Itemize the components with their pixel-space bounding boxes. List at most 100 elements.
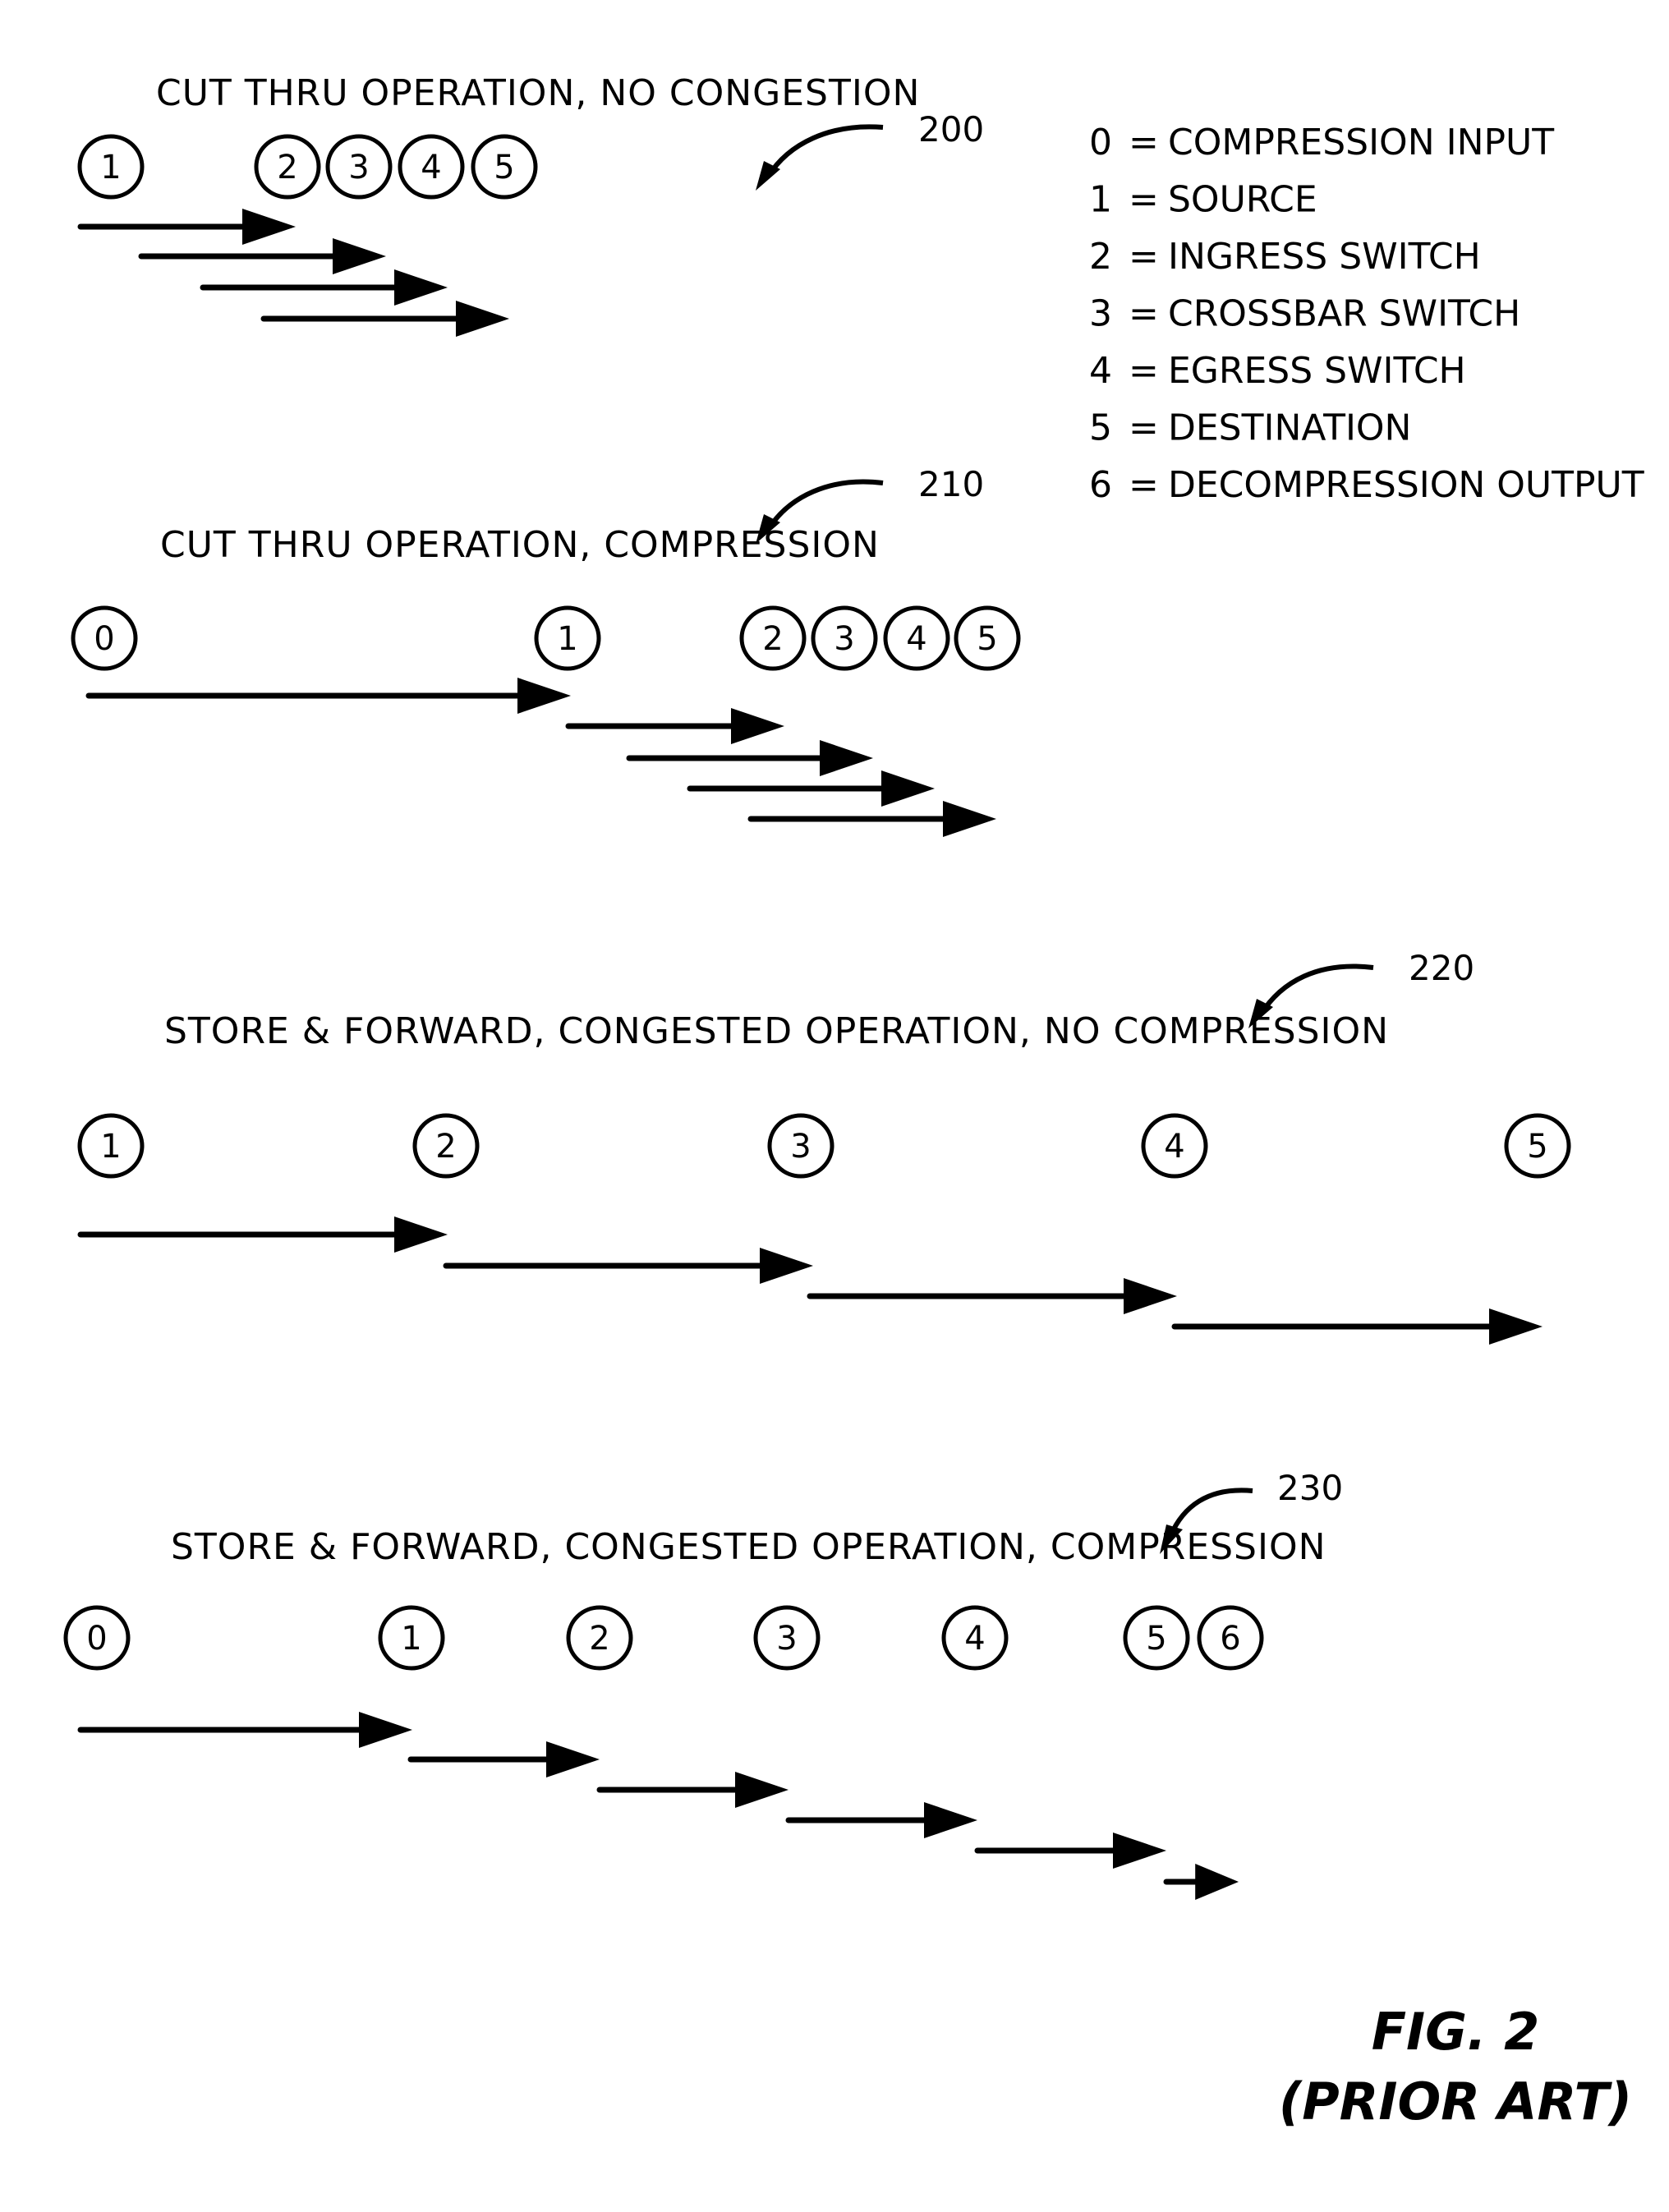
node-label: 3 [834,620,854,658]
node-label: 5 [494,149,514,186]
node-3: 3 [753,1605,821,1671]
node-2: 2 [254,134,321,200]
figure-caption: FIG. 2 (PRIOR ART) [1279,2002,1632,2132]
reference-numeral: 200 [918,109,984,149]
arrow-head [881,770,935,807]
legend-label: INGRESS SWITCH [1168,236,1481,278]
arrow-head [1113,1833,1166,1869]
legend-separator: = [1129,179,1159,221]
figure-label: FIG. 2 [1372,2002,1540,2062]
node-label: 1 [401,1620,421,1658]
arrow-head [1489,1308,1543,1345]
arrow-head [924,1802,977,1838]
arrow-head [1124,1278,1177,1314]
legend: 0 = COMPRESSION INPUT1 = SOURCE2 = INGRESS SWI… [1089,122,1644,506]
section-210: CUT THRU OPERATION, COMPRESSION 210 0 1 2 3… [71,464,1021,837]
arrow-icon [1171,1308,1543,1345]
legend-separator: = [1129,236,1159,278]
arrow-head [242,209,296,245]
arrow-head [394,269,448,306]
legend-item: 5 = DESTINATION [1089,407,1411,449]
node-4: 4 [398,134,465,200]
arrow-head [394,1216,448,1253]
arrow-icon [747,801,996,837]
legend-item: 2 = INGRESS SWITCH [1089,236,1481,278]
legend-item: 6 = DECOMPRESSION OUTPUT [1089,464,1644,506]
node-label: 2 [589,1620,609,1658]
legend-separator: = [1129,122,1159,163]
node-row: 1 2 3 4 5 [77,1113,1571,1179]
node-4: 4 [883,605,950,671]
node-label: 6 [1220,1620,1240,1658]
node-4: 4 [941,1605,1009,1671]
node-label: 2 [435,1128,456,1166]
node-1: 1 [534,605,601,671]
node-label: 4 [964,1620,985,1658]
arrow-head [1195,1864,1239,1900]
arrow-icon [626,740,873,776]
node-label: 1 [100,149,121,186]
legend-item: 3 = CROSSBAR SWITCH [1089,293,1520,335]
section-title: STORE & FORWARD, CONGESTED OPERATION, NO… [164,1010,1389,1052]
arrow-head [735,1772,789,1808]
section-title: CUT THRU OPERATION, NO CONGESTION [156,72,920,114]
arrow-row [85,678,996,837]
arrow-head [760,1248,813,1284]
arrow-icon [200,269,448,306]
arrow-icon [1163,1864,1239,1900]
legend-item: 0 = COMPRESSION INPUT [1089,122,1554,163]
node-5: 5 [1123,1605,1190,1671]
arrow-head [333,238,386,274]
node-2: 2 [739,605,807,671]
legend-label: COMPRESSION INPUT [1168,122,1554,163]
node-label: 5 [1527,1128,1547,1166]
arrow-head [359,1712,412,1748]
legend-key: 0 [1089,122,1112,163]
node-label: 3 [348,149,369,186]
node-label: 5 [977,620,997,658]
legend-item: 4 = EGRESS SWITCH [1089,350,1466,392]
node-label: 3 [790,1128,811,1166]
legend-key: 6 [1089,464,1112,506]
arrow-icon [565,708,784,744]
arrow-icon [596,1772,789,1808]
legend-separator: = [1129,464,1159,506]
legend-label: EGRESS SWITCH [1168,350,1466,392]
legend-separator: = [1129,407,1159,449]
arrow-icon [77,1216,448,1253]
node-2: 2 [412,1113,480,1179]
legend-label: DESTINATION [1168,407,1411,449]
node-3: 3 [811,605,878,671]
section-220: STORE & FORWARD, CONGESTED OPERATION, NO… [77,948,1571,1345]
reference-numeral: 230 [1277,1468,1343,1508]
legend-label: DECOMPRESSION OUTPUT [1168,464,1644,506]
node-5: 5 [954,605,1021,671]
reference-numeral: 210 [918,464,984,504]
section-200: CUT THRU OPERATION, NO CONGESTION 200 1 2… [77,72,984,337]
legend-key: 4 [1089,350,1112,392]
arrow-head [456,301,509,337]
reference-numeral: 220 [1409,948,1474,988]
node-label: 1 [557,620,577,658]
arrow-row [77,1216,1543,1345]
arrow-head [517,678,571,714]
arrow-icon [407,1741,600,1777]
arrow-icon [785,1802,977,1838]
arrow-head [943,801,996,837]
arrow-icon [77,209,296,245]
arrow-icon [687,770,935,807]
node-row: 0 1 2 3 4 5 [71,605,1021,671]
legend-label: SOURCE [1168,179,1317,221]
patent-figure: 0 = COMPRESSION INPUT 1 = SOURCE 2 = INGRESS SWI… [0,0,1669,2212]
curved-arrow-icon [756,124,884,191]
arrow-icon [807,1278,1177,1314]
arrow-icon [85,678,571,714]
node-0: 0 [71,605,138,671]
node-5: 5 [471,134,538,200]
node-row: 0 1 2 3 4 5 6 [63,1605,1264,1671]
node-2: 2 [566,1605,633,1671]
arrow-icon [260,301,509,337]
node-6: 6 [1197,1605,1264,1671]
arrow-icon [443,1248,813,1284]
legend-separator: = [1129,350,1159,392]
